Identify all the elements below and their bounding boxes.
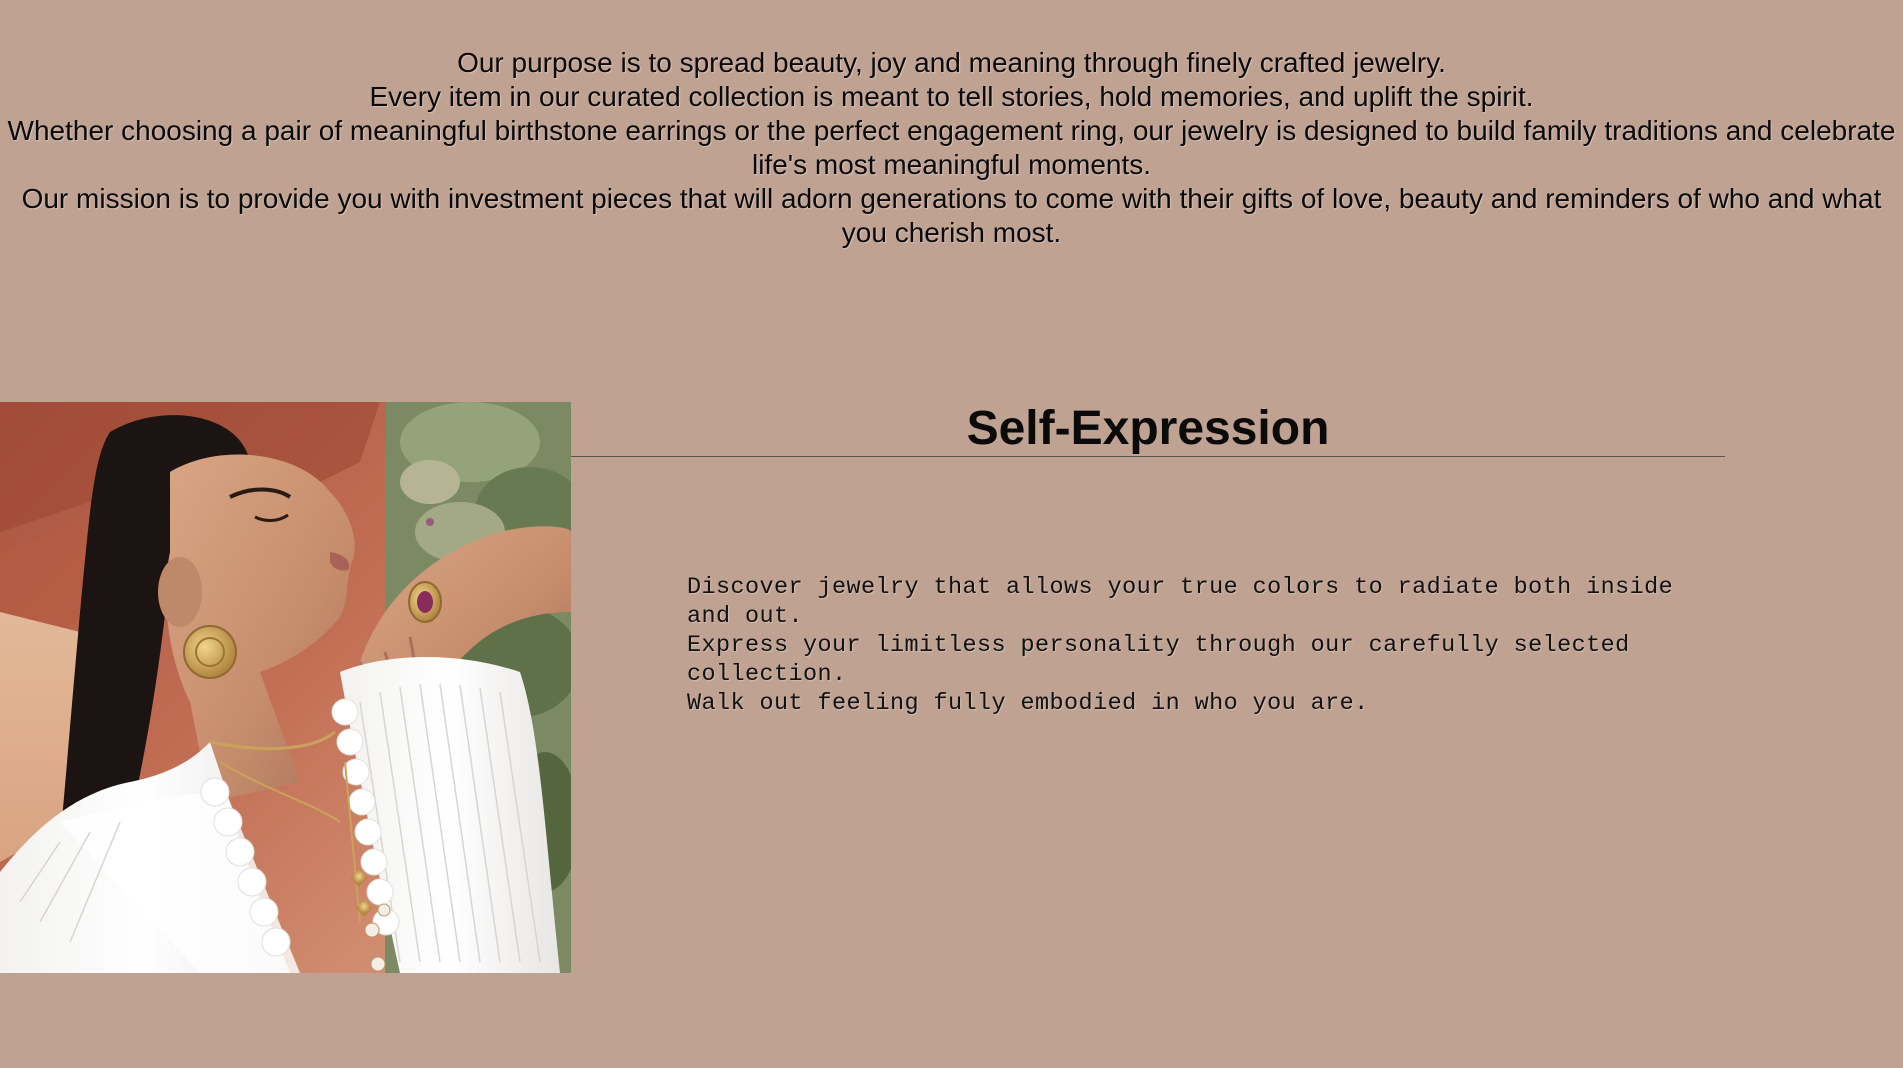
- description-line-3: Walk out feeling fully embodied in who y…: [687, 690, 1369, 717]
- purpose-line-4: Our mission is to provide you with inves…: [21, 183, 1882, 248]
- title-divider: [571, 456, 1725, 457]
- feature-photo: [0, 402, 571, 973]
- purpose-statement: Our purpose is to spread beauty, joy and…: [0, 46, 1903, 250]
- purpose-line-3: Whether choosing a pair of meaningful bi…: [7, 115, 1896, 180]
- description-line-1: Discover jewelry that allows your true c…: [687, 574, 1674, 630]
- purpose-line-2: Every item in our curated collection is …: [369, 81, 1534, 112]
- section-title: Self-Expression: [966, 402, 1330, 455]
- photo-illustration: [0, 402, 571, 973]
- description-line-2: Express your limitless personality throu…: [687, 632, 1630, 688]
- feature-description: Discover jewelry that allows your true c…: [687, 573, 1727, 718]
- purpose-line-1: Our purpose is to spread beauty, joy and…: [457, 47, 1446, 78]
